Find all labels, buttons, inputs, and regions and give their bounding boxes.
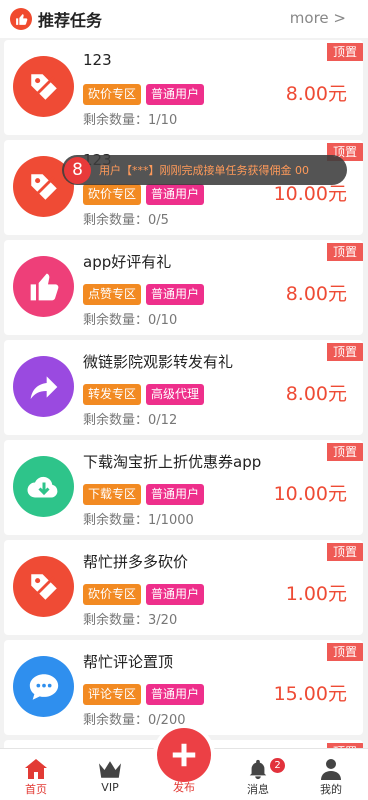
category-tag: 砍价专区 bbox=[83, 184, 142, 205]
task-card[interactable]: 顶置 下载淘宝折上折优惠券app 下载专区 普通用户 剩余数量：1/1000 1… bbox=[4, 440, 363, 535]
user-level-tag: 普通用户 bbox=[146, 684, 205, 705]
task-title: 微链影院观影转发有礼 bbox=[83, 353, 234, 371]
messages-badge: 2 bbox=[270, 758, 285, 773]
category-tag: 下载专区 bbox=[83, 484, 142, 505]
user-level-tag: 高级代理 bbox=[146, 384, 205, 405]
category-tag: 砍价专区 bbox=[83, 584, 142, 605]
category-tag: 转发专区 bbox=[83, 384, 142, 405]
user-level-tag: 普通用户 bbox=[146, 84, 205, 105]
category-tag: 砍价专区 bbox=[83, 84, 142, 105]
pinned-badge: 顶置 bbox=[326, 243, 363, 261]
toast-message: 用户【***】刚刚完成接单任务获得佣金 00 bbox=[99, 164, 309, 177]
share-arrow-icon bbox=[13, 356, 74, 417]
task-price: 1.00元 bbox=[285, 583, 347, 605]
user-level-tag: 普通用户 bbox=[146, 184, 205, 205]
chat-bubble-icon bbox=[13, 656, 74, 717]
tab-label: 首页 bbox=[25, 783, 47, 796]
publish-button[interactable] bbox=[157, 728, 211, 782]
download-icon bbox=[13, 456, 74, 517]
task-card[interactable]: 顶置 帮忙评论置顶 评论专区 普通用户 剩余数量：0/200 15.00元 bbox=[4, 640, 363, 735]
category-tag: 点赞专区 bbox=[83, 284, 142, 305]
section-title: 推荐任务 bbox=[38, 11, 103, 30]
pinned-badge: 顶置 bbox=[326, 643, 363, 661]
crown-icon bbox=[80, 755, 140, 781]
task-price: 8.00元 bbox=[285, 383, 347, 405]
tag-discount-icon bbox=[13, 556, 74, 617]
tab-home[interactable]: 首页 bbox=[6, 755, 66, 797]
publish-label: 发布 bbox=[173, 781, 195, 794]
toast-badge: 8 bbox=[64, 156, 91, 184]
person-icon bbox=[301, 755, 361, 781]
tab-label: 消息 bbox=[247, 783, 269, 796]
remaining-count: 剩余数量：0/10 bbox=[83, 313, 178, 328]
user-level-tag: 普通用户 bbox=[146, 584, 205, 605]
task-card[interactable]: 顶置 微链影院观影转发有礼 转发专区 高级代理 剩余数量：0/12 8.00元 bbox=[4, 340, 363, 435]
remaining-count: 剩余数量：3/20 bbox=[83, 613, 178, 628]
task-title: 下载淘宝折上折优惠券app bbox=[83, 453, 262, 471]
more-link[interactable]: more > bbox=[290, 9, 346, 27]
task-card[interactable]: 顶置 app好评有礼 点赞专区 普通用户 剩余数量：0/10 8.00元 bbox=[4, 240, 363, 335]
user-level-tag: 普通用户 bbox=[146, 484, 205, 505]
remaining-count: 剩余数量：0/200 bbox=[83, 713, 186, 728]
remaining-count: 剩余数量：1/10 bbox=[83, 113, 178, 128]
remaining-count: 剩余数量：1/1000 bbox=[83, 513, 194, 528]
pinned-badge: 顶置 bbox=[326, 443, 363, 461]
task-card[interactable]: 顶置 123 砍价专区 普通用户 剩余数量：1/10 8.00元 bbox=[4, 40, 363, 135]
pinned-badge: 顶置 bbox=[326, 43, 363, 61]
category-tag: 评论专区 bbox=[83, 684, 142, 705]
task-price: 10.00元 bbox=[273, 483, 347, 505]
notification-toast: 8 用户【***】刚刚完成接单任务获得佣金 00 bbox=[62, 155, 347, 185]
thumbs-up-icon bbox=[10, 8, 32, 30]
tab-mine[interactable]: 我的 bbox=[301, 755, 361, 797]
pinned-badge: 顶置 bbox=[326, 343, 363, 361]
thumbs-up-icon bbox=[13, 256, 74, 317]
remaining-count: 剩余数量：0/12 bbox=[83, 413, 178, 428]
pinned-badge: 顶置 bbox=[326, 543, 363, 561]
task-price: 8.00元 bbox=[285, 283, 347, 305]
tag-discount-icon bbox=[13, 56, 74, 117]
header-bar: 推荐任务 more > bbox=[0, 0, 368, 38]
home-icon bbox=[6, 755, 66, 781]
task-title: app好评有礼 bbox=[83, 253, 172, 271]
task-title: 帮忙评论置顶 bbox=[83, 653, 174, 671]
user-level-tag: 普通用户 bbox=[146, 284, 205, 305]
task-price: 8.00元 bbox=[285, 83, 347, 105]
tab-vip[interactable]: VIP bbox=[80, 755, 140, 794]
task-card[interactable]: 顶置 帮忙拼多多砍价 砍价专区 普通用户 剩余数量：3/20 1.00元 bbox=[4, 540, 363, 635]
plus-icon bbox=[172, 743, 196, 767]
task-title: 123 bbox=[83, 51, 112, 69]
tab-label: VIP bbox=[101, 781, 119, 794]
remaining-count: 剩余数量：0/5 bbox=[83, 213, 169, 228]
tab-label: 我的 bbox=[320, 783, 342, 796]
task-title: 帮忙拼多多砍价 bbox=[83, 553, 189, 571]
task-price: 15.00元 bbox=[273, 683, 347, 705]
